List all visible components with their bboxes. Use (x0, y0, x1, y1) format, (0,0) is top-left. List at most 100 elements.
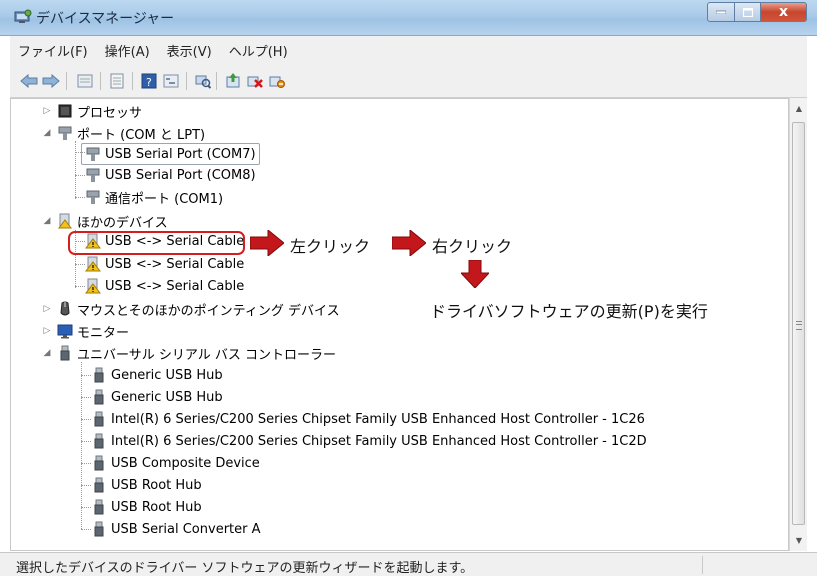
tree-label: USB Serial Port (COM7) (105, 146, 256, 162)
tree-item-generic-usb-hub-2[interactable]: Generic USB Hub (91, 387, 223, 407)
right-arrow-icon (392, 230, 426, 256)
tree-item-usb-serial-cable-2[interactable]: USB <-> Serial Cable (85, 254, 244, 274)
tree-item-intel-host-controller-1c26[interactable]: Intel(R) 6 Series/C200 Series Chipset Fa… (91, 409, 645, 429)
tree-label: Intel(R) 6 Series/C200 Series Chipset Fa… (111, 433, 647, 449)
collapse-arrow-icon[interactable]: ◢ (42, 216, 52, 226)
annotation-right-click: 右クリック (432, 237, 513, 256)
monitor-icon (57, 323, 73, 339)
device-tree[interactable]: ▷ プロセッサ ◢ ポート (COM と LPT) USB Serial Por… (10, 98, 789, 551)
tree-item-usb-serial-port-com8[interactable]: USB Serial Port (COM8) (85, 165, 256, 185)
forward-icon[interactable] (42, 72, 60, 90)
device-manager-window: デバイスマネージャー x ファイル(F) 操作(A) 表示(V) ヘルプ(H) (0, 0, 817, 576)
processor-icon (57, 103, 73, 119)
tree-category-usb-controllers[interactable]: ユニバーサル シリアル バス コントローラー (57, 343, 336, 363)
highlight-outline (68, 231, 245, 255)
usb-plug-icon (91, 455, 107, 471)
tree-item-usb-root-hub-1[interactable]: USB Root Hub (91, 475, 202, 495)
tree-label: USB <-> Serial Cable (105, 278, 245, 294)
menu-action[interactable]: 操作(A) (97, 41, 159, 60)
tree-label: Generic USB Hub (111, 389, 223, 405)
close-button[interactable]: x (761, 2, 807, 22)
tree-item-usb-serial-cable-3[interactable]: USB <-> Serial Cable (85, 276, 244, 296)
title-bar[interactable]: デバイスマネージャー x (0, 0, 817, 36)
usb-plug-icon (91, 389, 107, 405)
usb-plug-icon (91, 499, 107, 515)
properties-view-icon[interactable] (76, 72, 94, 90)
expand-arrow-icon[interactable]: ▷ (42, 106, 52, 116)
scan-hardware-icon[interactable] (194, 72, 212, 90)
tree-item-intel-host-controller-1c2d[interactable]: Intel(R) 6 Series/C200 Series Chipset Fa… (91, 431, 647, 451)
menu-bar: ファイル(F) 操作(A) 表示(V) ヘルプ(H) (10, 36, 807, 64)
port-icon (57, 125, 73, 141)
tree-label: USB Composite Device (111, 455, 260, 471)
menu-help[interactable]: ヘルプ(H) (221, 41, 297, 60)
tree-label: USB Root Hub (111, 499, 202, 515)
menu-view[interactable]: 表示(V) (159, 41, 221, 60)
tree-item-generic-usb-hub-1[interactable]: Generic USB Hub (91, 365, 223, 385)
expand-arrow-icon[interactable]: ▷ (42, 304, 52, 314)
uninstall-device-icon[interactable] (246, 72, 264, 90)
tree-category-ports[interactable]: ポート (COM と LPT) (57, 123, 205, 143)
mouse-icon (57, 301, 73, 317)
back-icon[interactable] (20, 72, 38, 90)
tree-label: Generic USB Hub (111, 367, 223, 383)
down-arrow-icon (461, 260, 489, 288)
expand-arrow-icon[interactable]: ▷ (42, 326, 52, 336)
status-bar: 選択したデバイスのドライバー ソフトウェアの更新ウィザードを起動します。 (0, 552, 817, 576)
usb-plug-icon (91, 411, 107, 427)
usb-plug-icon (91, 367, 107, 383)
tree-label: ユニバーサル シリアル バス コントローラー (77, 347, 337, 363)
usb-plug-icon (91, 433, 107, 449)
tree-item-usb-serial-port-com7[interactable]: USB Serial Port (COM7) (81, 143, 260, 165)
window-title: デバイスマネージャー (36, 11, 175, 27)
port-icon (85, 189, 101, 205)
tree-label: USB Serial Port (COM8) (105, 167, 256, 183)
tree-label: 通信ポート (COM1) (105, 191, 224, 207)
tree-category-other-devices[interactable]: ほかのデバイス (57, 211, 168, 231)
device-manager-icon (14, 9, 32, 25)
scroll-down-arrow-icon[interactable]: ▼ (790, 532, 808, 549)
port-icon (85, 167, 101, 183)
update-driver-icon[interactable] (224, 72, 242, 90)
tree-label: USB <-> Serial Cable (105, 256, 245, 272)
port-icon (85, 146, 101, 162)
scroll-up-arrow-icon[interactable]: ▲ (790, 100, 808, 117)
usb-plug-icon (91, 477, 107, 493)
help-icon[interactable]: ? (140, 72, 158, 90)
collapse-arrow-icon[interactable]: ◢ (42, 348, 52, 358)
tree-item-usb-serial-converter-a[interactable]: USB Serial Converter A (91, 519, 261, 539)
tree-category-mice[interactable]: マウスとそのほかのポインティング デバイス (57, 299, 340, 319)
annotation-update-driver: ドライバソフトウェアの更新(P)を実行 (430, 302, 708, 321)
tree-label: ほかのデバイス (77, 215, 168, 231)
svg-text:?: ? (146, 76, 152, 89)
tree-item-usb-root-hub-2[interactable]: USB Root Hub (91, 497, 202, 517)
disable-device-icon[interactable] (268, 72, 286, 90)
warning-device-icon (85, 256, 101, 272)
tree-label: マウスとそのほかのポインティング デバイス (77, 303, 340, 319)
tree-label: USB Serial Converter A (111, 521, 261, 537)
details-view-icon[interactable] (108, 72, 126, 90)
vertical-scrollbar[interactable]: ▲ ▼ (789, 98, 807, 551)
minimize-button[interactable] (707, 2, 735, 22)
tree-item-usb-composite-device[interactable]: USB Composite Device (91, 453, 260, 473)
scrollbar-thumb[interactable] (792, 122, 805, 525)
unknown-device-icon (57, 213, 73, 229)
tree-view-icon[interactable] (162, 72, 180, 90)
tree-label: Intel(R) 6 Series/C200 Series Chipset Fa… (111, 411, 645, 427)
tree-label: USB Root Hub (111, 477, 202, 493)
annotation-left-click: 左クリック (290, 237, 371, 256)
maximize-button[interactable] (735, 2, 761, 22)
usb-plug-icon (91, 521, 107, 537)
warning-device-icon (85, 278, 101, 294)
tree-label: プロセッサ (77, 105, 143, 121)
tree-category-processor[interactable]: プロセッサ (57, 101, 142, 121)
collapse-arrow-icon[interactable]: ◢ (42, 128, 52, 138)
tree-item-comm-port-com1[interactable]: 通信ポート (COM1) (85, 187, 223, 207)
tree-label: ポート (COM と LPT) (77, 127, 206, 143)
toolbar: ? (10, 64, 807, 98)
tree-label: モニター (77, 325, 130, 341)
status-text: 選択したデバイスのドライバー ソフトウェアの更新ウィザードを起動します。 (16, 561, 474, 576)
tree-category-monitors[interactable]: モニター (57, 321, 129, 341)
right-arrow-icon (250, 230, 284, 256)
menu-file[interactable]: ファイル(F) (10, 41, 97, 60)
